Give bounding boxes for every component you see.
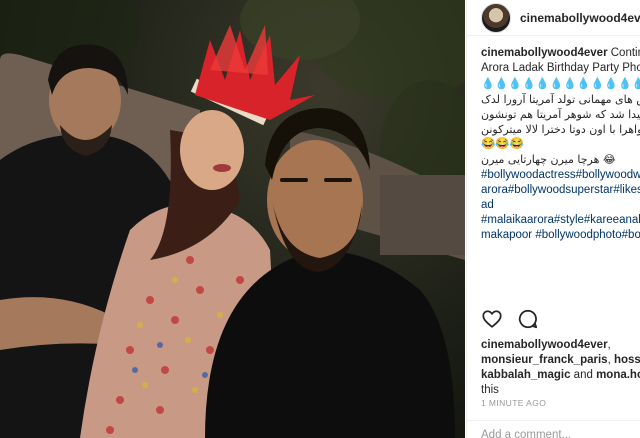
post-header: cinemabollywood4ever [467,0,640,36]
hashtag-line-3[interactable]: ad [481,198,640,213]
caption-farsi-line-3: دوتا خواهرا با اون دوتا دخترا لالا میترک… [481,123,640,137]
likes-tail: this [481,384,499,396]
hashtag-line-4[interactable]: #malaikaarora#style#kareeanaka [481,213,640,228]
hashtag-line-2[interactable]: arora#bollywoodsuperstar#likes# [481,183,640,198]
post-side-panel: cinemabollywood4ever cinemabollywood4eve… [466,0,640,438]
post-caption: cinemabollywood4ever Continue Arora Lada… [481,46,640,244]
caption-title-2: Arora Ladak Birthday Party Photo [481,62,640,75]
post-actions [481,308,539,330]
caption-title-1: Continue [610,47,640,59]
header-username[interactable]: cinemabollywood4ever [520,11,640,25]
liker-4[interactable]: kabbalah_magic [481,369,570,381]
liker-5[interactable]: mona.hose [596,369,640,381]
likes-and: and [570,369,597,381]
avatar[interactable] [481,2,511,33]
liker-3[interactable]: hossein_ [614,354,640,366]
likes-summary: cinemabollywood4ever, monsieur_franck_pa… [481,338,640,398]
comment-icon[interactable] [517,308,539,330]
liker-1[interactable]: cinemabollywood4ever [481,339,608,351]
party-photo-illustration [0,0,465,438]
post-timestamp[interactable]: 1 MINUTE AGO [481,398,546,408]
caption-username[interactable]: cinemabollywood4ever [481,47,608,59]
hashtag-line-5[interactable]: makapoor #bollywoodphoto#bo [481,228,640,243]
hashtag-line-1[interactable]: #bollywoodactress#bollywoodw [481,168,640,183]
likes-separator: , [607,354,611,366]
caption-emoji-row: 💧💧💧💧💧💧💧💧💧💧💧💧💧💧💧💧 [481,77,640,91]
caption-farsi-line-4: 😂 هرچا میرن چهارتایی میرن [481,153,616,167]
likes-separator: , [607,339,611,351]
post-photo[interactable] [0,0,465,438]
caption-farsi-line-1: ی عکس های مهمانی تولد آمریتا آرورا لدک [481,92,640,106]
caption-farsi-line-2: تا عکس پیدا شد که شوهر آمریتا هم تونشون [481,107,640,121]
liker-2[interactable]: monsieur_franck_paris [481,354,608,366]
heart-icon[interactable] [481,308,503,330]
caption-laugh-emoji: 😂😂😂 [481,138,524,151]
comment-input[interactable]: Add a comment... [467,420,640,438]
